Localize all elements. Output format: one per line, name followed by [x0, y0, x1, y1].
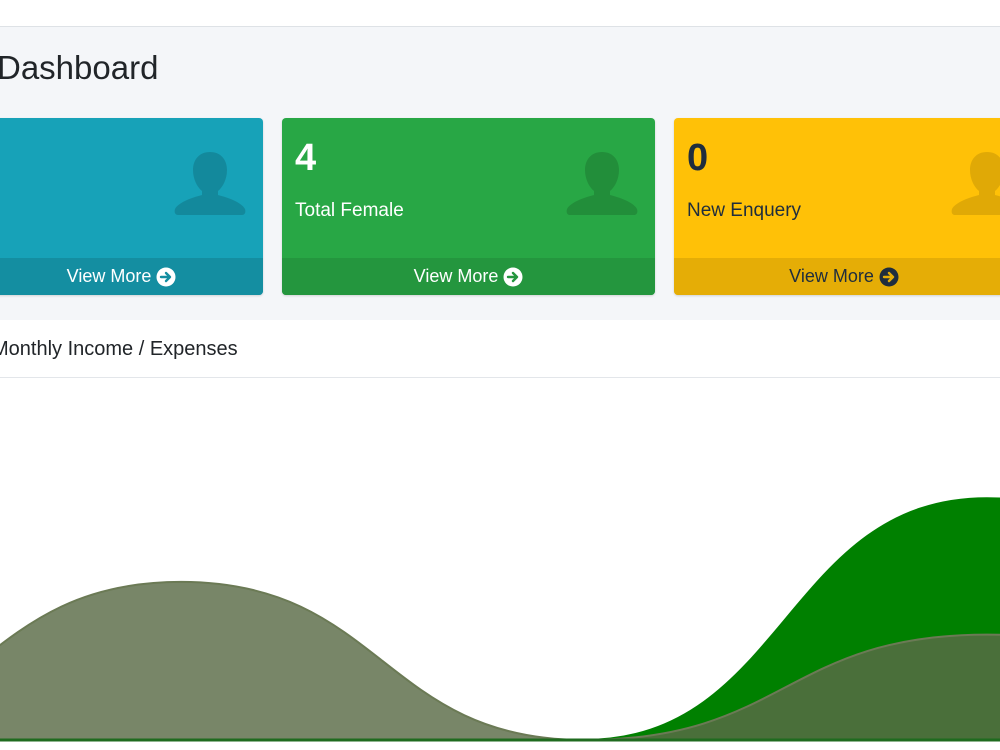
view-more-link[interactable]: View More [0, 258, 263, 295]
user-icon [566, 152, 638, 215]
chart-card-header: Monthly Income / Expenses [0, 320, 1000, 378]
top-navbar [0, 0, 1000, 27]
view-more-label: View More [413, 266, 499, 286]
chart-card-title: Monthly Income / Expenses [0, 338, 238, 360]
info-box-yellow: 0 New Enquery View More [674, 118, 1000, 295]
chart-svg [0, 497, 1000, 742]
box-number: 4 [295, 137, 317, 179]
view-more-link[interactable]: View More [674, 258, 1000, 295]
view-more-link[interactable]: View More [282, 258, 655, 295]
box-number: 0 [687, 137, 709, 179]
arrow-circle-right-icon [156, 267, 176, 286]
box-label: Total Female [295, 200, 404, 221]
arrow-circle-right-icon [879, 267, 899, 286]
info-box-teal: View More [0, 118, 263, 295]
user-icon [951, 152, 1000, 215]
view-more-label: View More [789, 266, 874, 286]
arrow-circle-right-icon [503, 267, 523, 286]
view-more-label: View More [66, 266, 152, 286]
box-label: New Enquery [687, 200, 802, 221]
page-title: Dashboard [0, 49, 159, 86]
info-box-green: 4 Total Female View More [282, 118, 655, 295]
user-icon [174, 152, 246, 215]
income-expenses-chart [0, 378, 1000, 750]
